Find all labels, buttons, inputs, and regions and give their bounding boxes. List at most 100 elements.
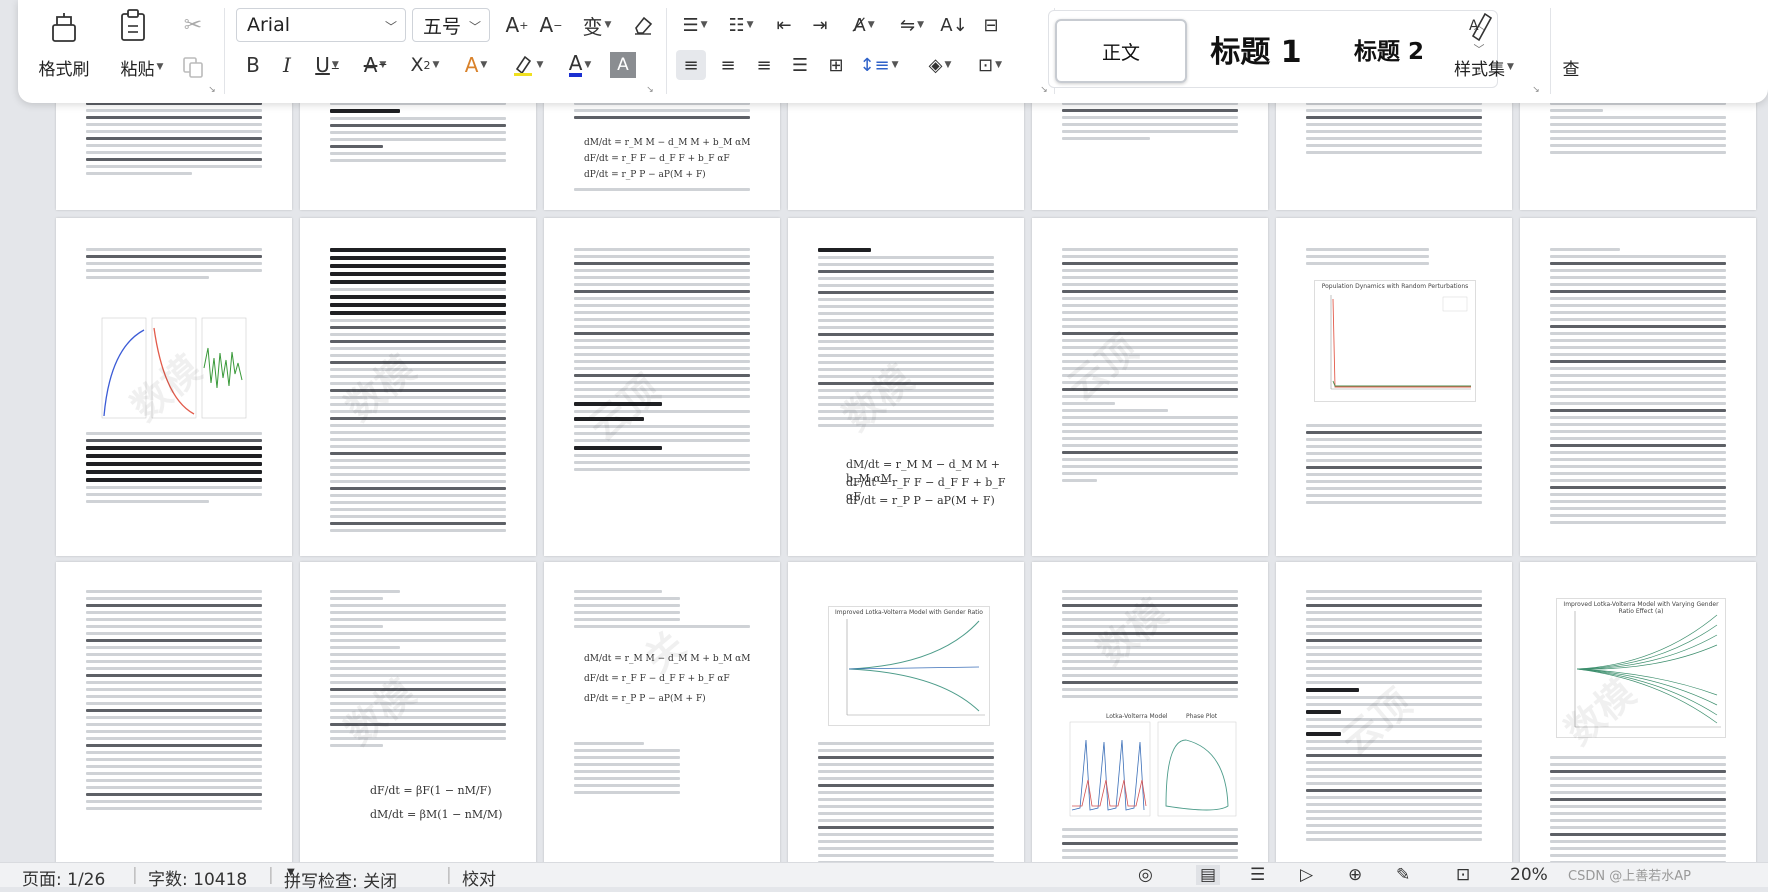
format-painter-icon[interactable] xyxy=(38,8,90,48)
web-view-icon[interactable]: ⊕ xyxy=(1348,865,1362,885)
borders-icon[interactable]: ⊡ ▼ xyxy=(968,48,1012,82)
page-thumbnail[interactable]: dM/dt = r_M M − d_M M + b_M αM dF/dt = r… xyxy=(788,218,1024,556)
page-indicator[interactable]: 页面: 1/26 xyxy=(22,865,105,890)
equation: dF/dt = βF(1 − nM/F) xyxy=(370,784,492,797)
align-left-icon[interactable]: ≡ xyxy=(676,50,706,80)
page-thumbnail[interactable]: 数模 xyxy=(300,218,536,556)
numbered-list-icon[interactable]: ☷ ▼ xyxy=(720,8,762,42)
italic-icon[interactable]: I xyxy=(272,48,302,82)
style-gallery: 正文 标题 1 标题 2 ︿ ﹀ ⩡ xyxy=(1048,10,1498,88)
line-spacing-icon[interactable]: ↕≡ ▼ xyxy=(856,48,902,82)
shading-icon[interactable]: ◈ ▼ xyxy=(918,48,962,82)
page-thumbnail[interactable]: 数模 xyxy=(56,218,292,556)
paste-label: 粘贴 xyxy=(120,59,155,80)
line-chart: Improved Lotka-Volterra Model with Gende… xyxy=(828,606,990,726)
equation: dM/dt = r_M M − d_M M + b_M αM xyxy=(584,138,751,148)
formatting-ribbon: 格式刷 粘贴 ▼ ✂ ↘ Arial ﹀ 五号 ﹀ A + A − 变 ▼ B I U ▼… xyxy=(18,0,1768,103)
copy-icon[interactable] xyxy=(176,50,210,84)
paragraph-dialog-launcher-icon[interactable]: ↘ xyxy=(1038,84,1050,96)
shrink-font-icon[interactable]: A − xyxy=(536,8,566,42)
page-thumbnail[interactable]: 云顶 xyxy=(1276,562,1512,862)
chart-title: Lotka-Volterra Model xyxy=(1106,713,1168,720)
page-thumbnail[interactable]: Population Dynamics with Random Perturba… xyxy=(1276,218,1512,556)
chart-thumbnail: Lotka-Volterra Model Phase Plot xyxy=(1069,713,1237,817)
increase-indent-icon[interactable]: ⇥ xyxy=(804,8,836,42)
chevron-down-icon: ﹀ xyxy=(468,20,481,34)
strikethrough-icon[interactable]: A ▼ xyxy=(354,48,396,82)
show-marks-icon[interactable]: ⊟ xyxy=(974,8,1008,42)
highlight-icon[interactable]: ▼ xyxy=(502,48,552,82)
page-thumbnail[interactable]: 云顶 xyxy=(1032,218,1268,556)
font-name-value: Arial xyxy=(247,14,291,36)
page-thumbnail[interactable]: Improved Lotka-Volterra Model with Gende… xyxy=(788,562,1024,862)
chevron-down-icon: ▼ xyxy=(156,62,164,72)
status-bar: 页面: 1/26 | 字数: 10418 | 拼写检查: 关闭 ▼ | 校对 ◎ … xyxy=(0,862,1768,892)
page-thumbnail[interactable] xyxy=(56,562,292,862)
divider: | xyxy=(446,865,452,885)
page-view-icon[interactable]: ▤ xyxy=(1196,865,1221,885)
text-effect-icon[interactable]: A ▼ xyxy=(454,48,498,82)
equation: dF/dt = r_F F − d_F F + b_F αF xyxy=(584,674,730,684)
font-color-icon[interactable]: A ▼ xyxy=(558,48,602,82)
proofread-button[interactable]: 校对 xyxy=(462,865,496,890)
decrease-indent-icon[interactable]: ⇤ xyxy=(768,8,800,42)
align-right-icon[interactable]: ≡ xyxy=(748,48,780,82)
style-heading2[interactable]: 标题 2 xyxy=(1329,19,1449,79)
equation: dP/dt = r_P P − aP(M + F) xyxy=(846,494,995,507)
sort-icon[interactable]: ⇋ ▼ xyxy=(890,8,934,42)
chevron-down-icon: ▼ xyxy=(287,867,295,878)
paste-button[interactable]: 粘贴 ▼ xyxy=(112,54,172,80)
font-name-select[interactable]: Arial ﹀ xyxy=(236,8,406,42)
find-button[interactable]: 查 xyxy=(1556,54,1586,80)
pen-icon[interactable]: ✎ xyxy=(1396,865,1410,885)
style-set-button[interactable]: 样式集 ▼ xyxy=(1442,54,1526,80)
styles-dialog-launcher-icon[interactable]: ↘ xyxy=(1530,84,1542,96)
bullet-list-icon[interactable]: ☰ ▼ xyxy=(674,8,716,42)
grow-font-icon[interactable]: A + xyxy=(502,8,532,42)
paste-icon[interactable] xyxy=(114,6,154,46)
text-direction-icon[interactable]: A̸ ▼ xyxy=(842,8,886,42)
page-thumbnail[interactable]: 云顶 xyxy=(544,218,780,556)
style-normal[interactable]: 正文 xyxy=(1055,19,1187,83)
divider xyxy=(666,8,667,94)
style-set-label: 样式集 xyxy=(1454,59,1506,80)
page-thumbnail[interactable]: Lotka-Volterra Model Phase Plot 数模 xyxy=(1032,562,1268,862)
distribute-icon[interactable]: ⊞ xyxy=(820,48,852,82)
page-thumbnail[interactable] xyxy=(1520,218,1756,556)
char-shading-icon[interactable]: A xyxy=(610,52,636,78)
chevron-down-icon: ▼ xyxy=(1507,62,1514,72)
divider: | xyxy=(268,865,274,885)
page-thumbnail[interactable]: Improved Lotka-Volterra Model with Varyi… xyxy=(1520,562,1756,862)
style-set-icon[interactable]: A xyxy=(1462,6,1502,46)
clear-format-icon[interactable] xyxy=(626,8,660,42)
format-painter-button[interactable]: 格式刷 xyxy=(30,54,98,80)
page-thumbnail[interactable]: dM/dt = r_M M − d_M M + b_M αM dF/dt = r… xyxy=(544,562,780,862)
underline-icon[interactable]: U ▼ xyxy=(306,48,348,82)
watermark-text: CSDN @上善若水AP xyxy=(1568,869,1691,884)
font-dialog-launcher-icon[interactable]: ↘ xyxy=(644,84,656,96)
bold-icon[interactable]: B xyxy=(238,48,268,82)
font-size-value: 五号 xyxy=(423,15,462,38)
equation: dM/dt = βM(1 − nM/M) xyxy=(370,808,503,821)
fit-width-icon[interactable]: ⊡ xyxy=(1456,865,1470,885)
word-count[interactable]: 字数: 10418 xyxy=(148,865,247,890)
zoom-level[interactable]: 20% xyxy=(1510,865,1548,885)
superscript-icon[interactable]: X 2 ▼ xyxy=(400,48,450,82)
phonetic-guide-icon[interactable]: 变 ▼ xyxy=(574,8,620,42)
eye-protect-icon[interactable]: ◎ xyxy=(1138,865,1153,885)
justify-icon[interactable]: ☰ xyxy=(784,48,816,82)
clipboard-dialog-launcher-icon[interactable]: ↘ xyxy=(206,84,218,96)
page-thumbnail[interactable]: dF/dt = βF(1 − nM/F) dM/dt = βM(1 − nM/M… xyxy=(300,562,536,862)
svg-text:A: A xyxy=(1469,18,1479,34)
style-heading1[interactable]: 标题 1 xyxy=(1191,19,1321,79)
chevron-down-icon: ﹀ xyxy=(384,20,397,34)
cut-icon[interactable]: ✂ xyxy=(176,8,210,42)
document-canvas[interactable]: dM/dt = r_M M − d_M M + b_M αM dF/dt = r… xyxy=(0,0,1768,862)
play-icon[interactable]: ▷ xyxy=(1300,865,1313,885)
font-size-select[interactable]: 五号 ﹀ xyxy=(412,8,490,42)
spell-check-label: 拼写检查: 关闭 xyxy=(284,872,398,892)
align-center-icon[interactable]: ≡ xyxy=(712,48,744,82)
outline-view-icon[interactable]: ☰ xyxy=(1250,865,1265,885)
sort-az-icon[interactable]: A↓ xyxy=(938,8,970,42)
line-chart: Population Dynamics with Random Perturba… xyxy=(1314,280,1476,402)
